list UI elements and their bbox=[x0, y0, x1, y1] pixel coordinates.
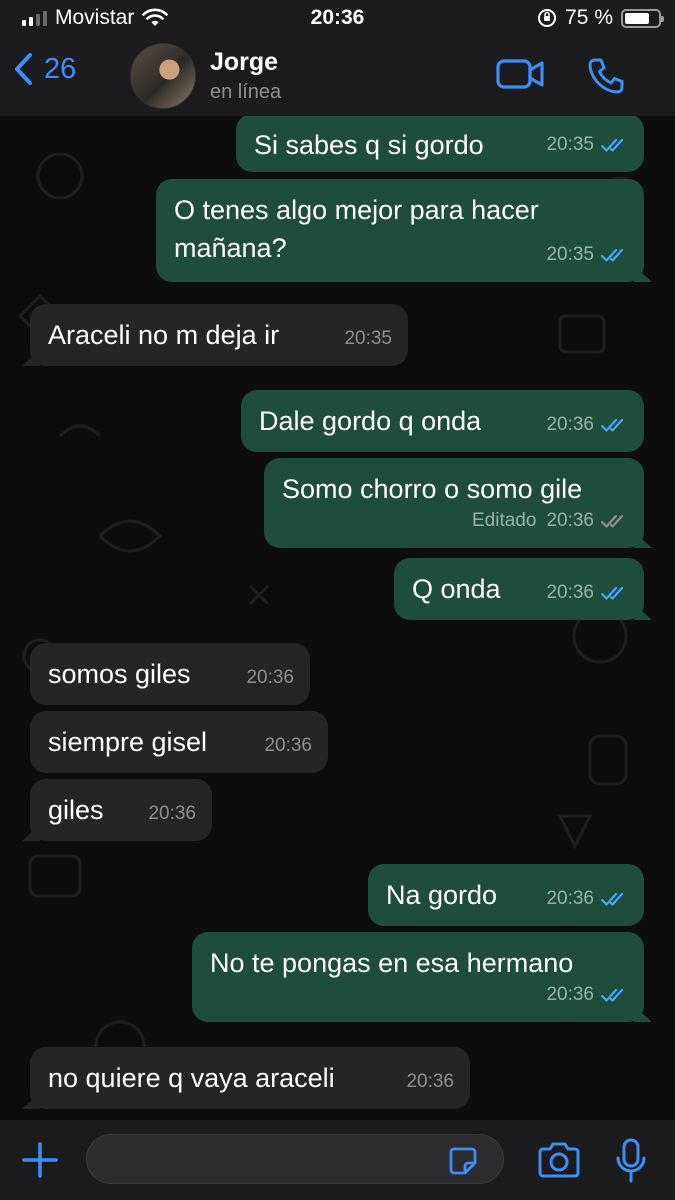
message-meta: 20:36 bbox=[264, 727, 312, 765]
outgoing-message[interactable]: Somo chorro o somo gile Editado 20:36 bbox=[264, 458, 644, 548]
chat-area[interactable]: Si sabes q si gordo 20:35 O tenes algo mej… bbox=[0, 116, 675, 1120]
battery-fill bbox=[625, 12, 649, 24]
message-time: 20:35 bbox=[344, 328, 392, 349]
status-bar: Movistar 20:36 75 % bbox=[0, 0, 675, 38]
input-bar bbox=[0, 1120, 675, 1200]
message-meta: 20:36 bbox=[546, 880, 628, 918]
message-text: Q onda bbox=[412, 574, 501, 604]
contact-status: en línea bbox=[210, 81, 282, 103]
battery-percent: 75 % bbox=[565, 6, 613, 29]
message-meta: 20:36 bbox=[546, 574, 628, 612]
message-meta: 20:36 bbox=[546, 976, 628, 1014]
message-time: 20:36 bbox=[546, 414, 594, 435]
message-input[interactable] bbox=[86, 1134, 504, 1184]
message-text: no quiere q vaya araceli bbox=[48, 1063, 335, 1093]
message-meta: 20:35 bbox=[344, 320, 392, 358]
contact-name[interactable]: Jorge bbox=[210, 48, 278, 77]
message-meta: 20:36 bbox=[148, 795, 196, 833]
outgoing-message[interactable]: O tenes algo mejor para hacer mañana? 20:… bbox=[156, 179, 644, 282]
message-text: somos giles bbox=[48, 659, 191, 689]
read-receipt-icon bbox=[600, 138, 624, 152]
read-receipt-icon bbox=[600, 988, 624, 1002]
read-receipt-icon bbox=[600, 248, 624, 262]
incoming-message[interactable]: somos giles 20:36 bbox=[30, 643, 310, 705]
chat-header: 26 Jorge en línea bbox=[0, 38, 675, 116]
message-time: 20:35 bbox=[546, 244, 594, 265]
outgoing-message[interactable]: Na gordo 20:36 bbox=[368, 864, 644, 926]
orientation-lock-icon bbox=[538, 9, 557, 27]
message-time: 20:36 bbox=[546, 510, 594, 531]
message-meta: 20:35 bbox=[546, 236, 628, 274]
message-text: Araceli no m deja ir bbox=[48, 320, 280, 350]
outgoing-message[interactable]: Q onda 20:36 bbox=[394, 558, 644, 620]
back-button[interactable]: 26 bbox=[14, 52, 76, 86]
message-time: 20:36 bbox=[546, 888, 594, 909]
message-meta: Editado 20:36 bbox=[472, 502, 628, 540]
outgoing-message[interactable]: Si sabes q si gordo 20:35 bbox=[236, 116, 644, 172]
message-meta: 20:36 bbox=[546, 406, 628, 444]
read-receipt-icon bbox=[600, 892, 624, 906]
sticker-icon[interactable] bbox=[448, 1146, 478, 1176]
message-meta: 20:36 bbox=[406, 1063, 454, 1101]
message-meta: 20:35 bbox=[546, 126, 628, 164]
phone-icon[interactable] bbox=[586, 56, 626, 96]
message-text: Na gordo bbox=[386, 880, 498, 910]
message-text: Dale gordo q onda bbox=[259, 406, 482, 436]
read-receipt-icon bbox=[600, 418, 624, 432]
message-meta: 20:36 bbox=[246, 659, 294, 697]
message-time: 20:35 bbox=[546, 134, 594, 155]
message-time: 20:36 bbox=[546, 984, 594, 1005]
incoming-message[interactable]: siempre gisel 20:36 bbox=[30, 711, 328, 773]
camera-icon[interactable] bbox=[536, 1142, 582, 1178]
outgoing-message[interactable]: No te pongas en esa hermano 20:36 bbox=[192, 932, 644, 1022]
message-text: O tenes algo mejor para hacer mañana? bbox=[174, 195, 539, 263]
message-time: 20:36 bbox=[246, 667, 294, 688]
message-time: 20:36 bbox=[264, 735, 312, 756]
status-bar-right: 75 % bbox=[537, 6, 664, 30]
microphone-icon[interactable] bbox=[614, 1138, 648, 1184]
outgoing-message[interactable]: Dale gordo q onda 20:36 bbox=[241, 390, 644, 452]
message-text: giles bbox=[48, 795, 104, 825]
plus-icon[interactable] bbox=[20, 1140, 60, 1180]
battery-icon bbox=[621, 8, 664, 28]
back-chevron-icon bbox=[15, 53, 32, 85]
incoming-message[interactable]: no quiere q vaya araceli 20:36 bbox=[30, 1047, 470, 1109]
avatar[interactable] bbox=[130, 43, 196, 109]
unread-count: 26 bbox=[44, 52, 77, 85]
incoming-message[interactable]: giles 20:36 bbox=[30, 779, 212, 841]
message-text: siempre gisel bbox=[48, 727, 208, 757]
video-call-icon[interactable] bbox=[496, 56, 546, 92]
message-time: 20:36 bbox=[406, 1071, 454, 1092]
message-time: 20:36 bbox=[546, 582, 594, 603]
incoming-message[interactable]: Araceli no m deja ir 20:35 bbox=[30, 304, 408, 366]
delivered-receipt-icon bbox=[600, 514, 624, 528]
message-text: Si sabes q si gordo bbox=[254, 130, 484, 160]
edited-label: Editado bbox=[472, 510, 537, 531]
read-receipt-icon bbox=[600, 586, 624, 600]
message-time: 20:36 bbox=[148, 803, 196, 824]
